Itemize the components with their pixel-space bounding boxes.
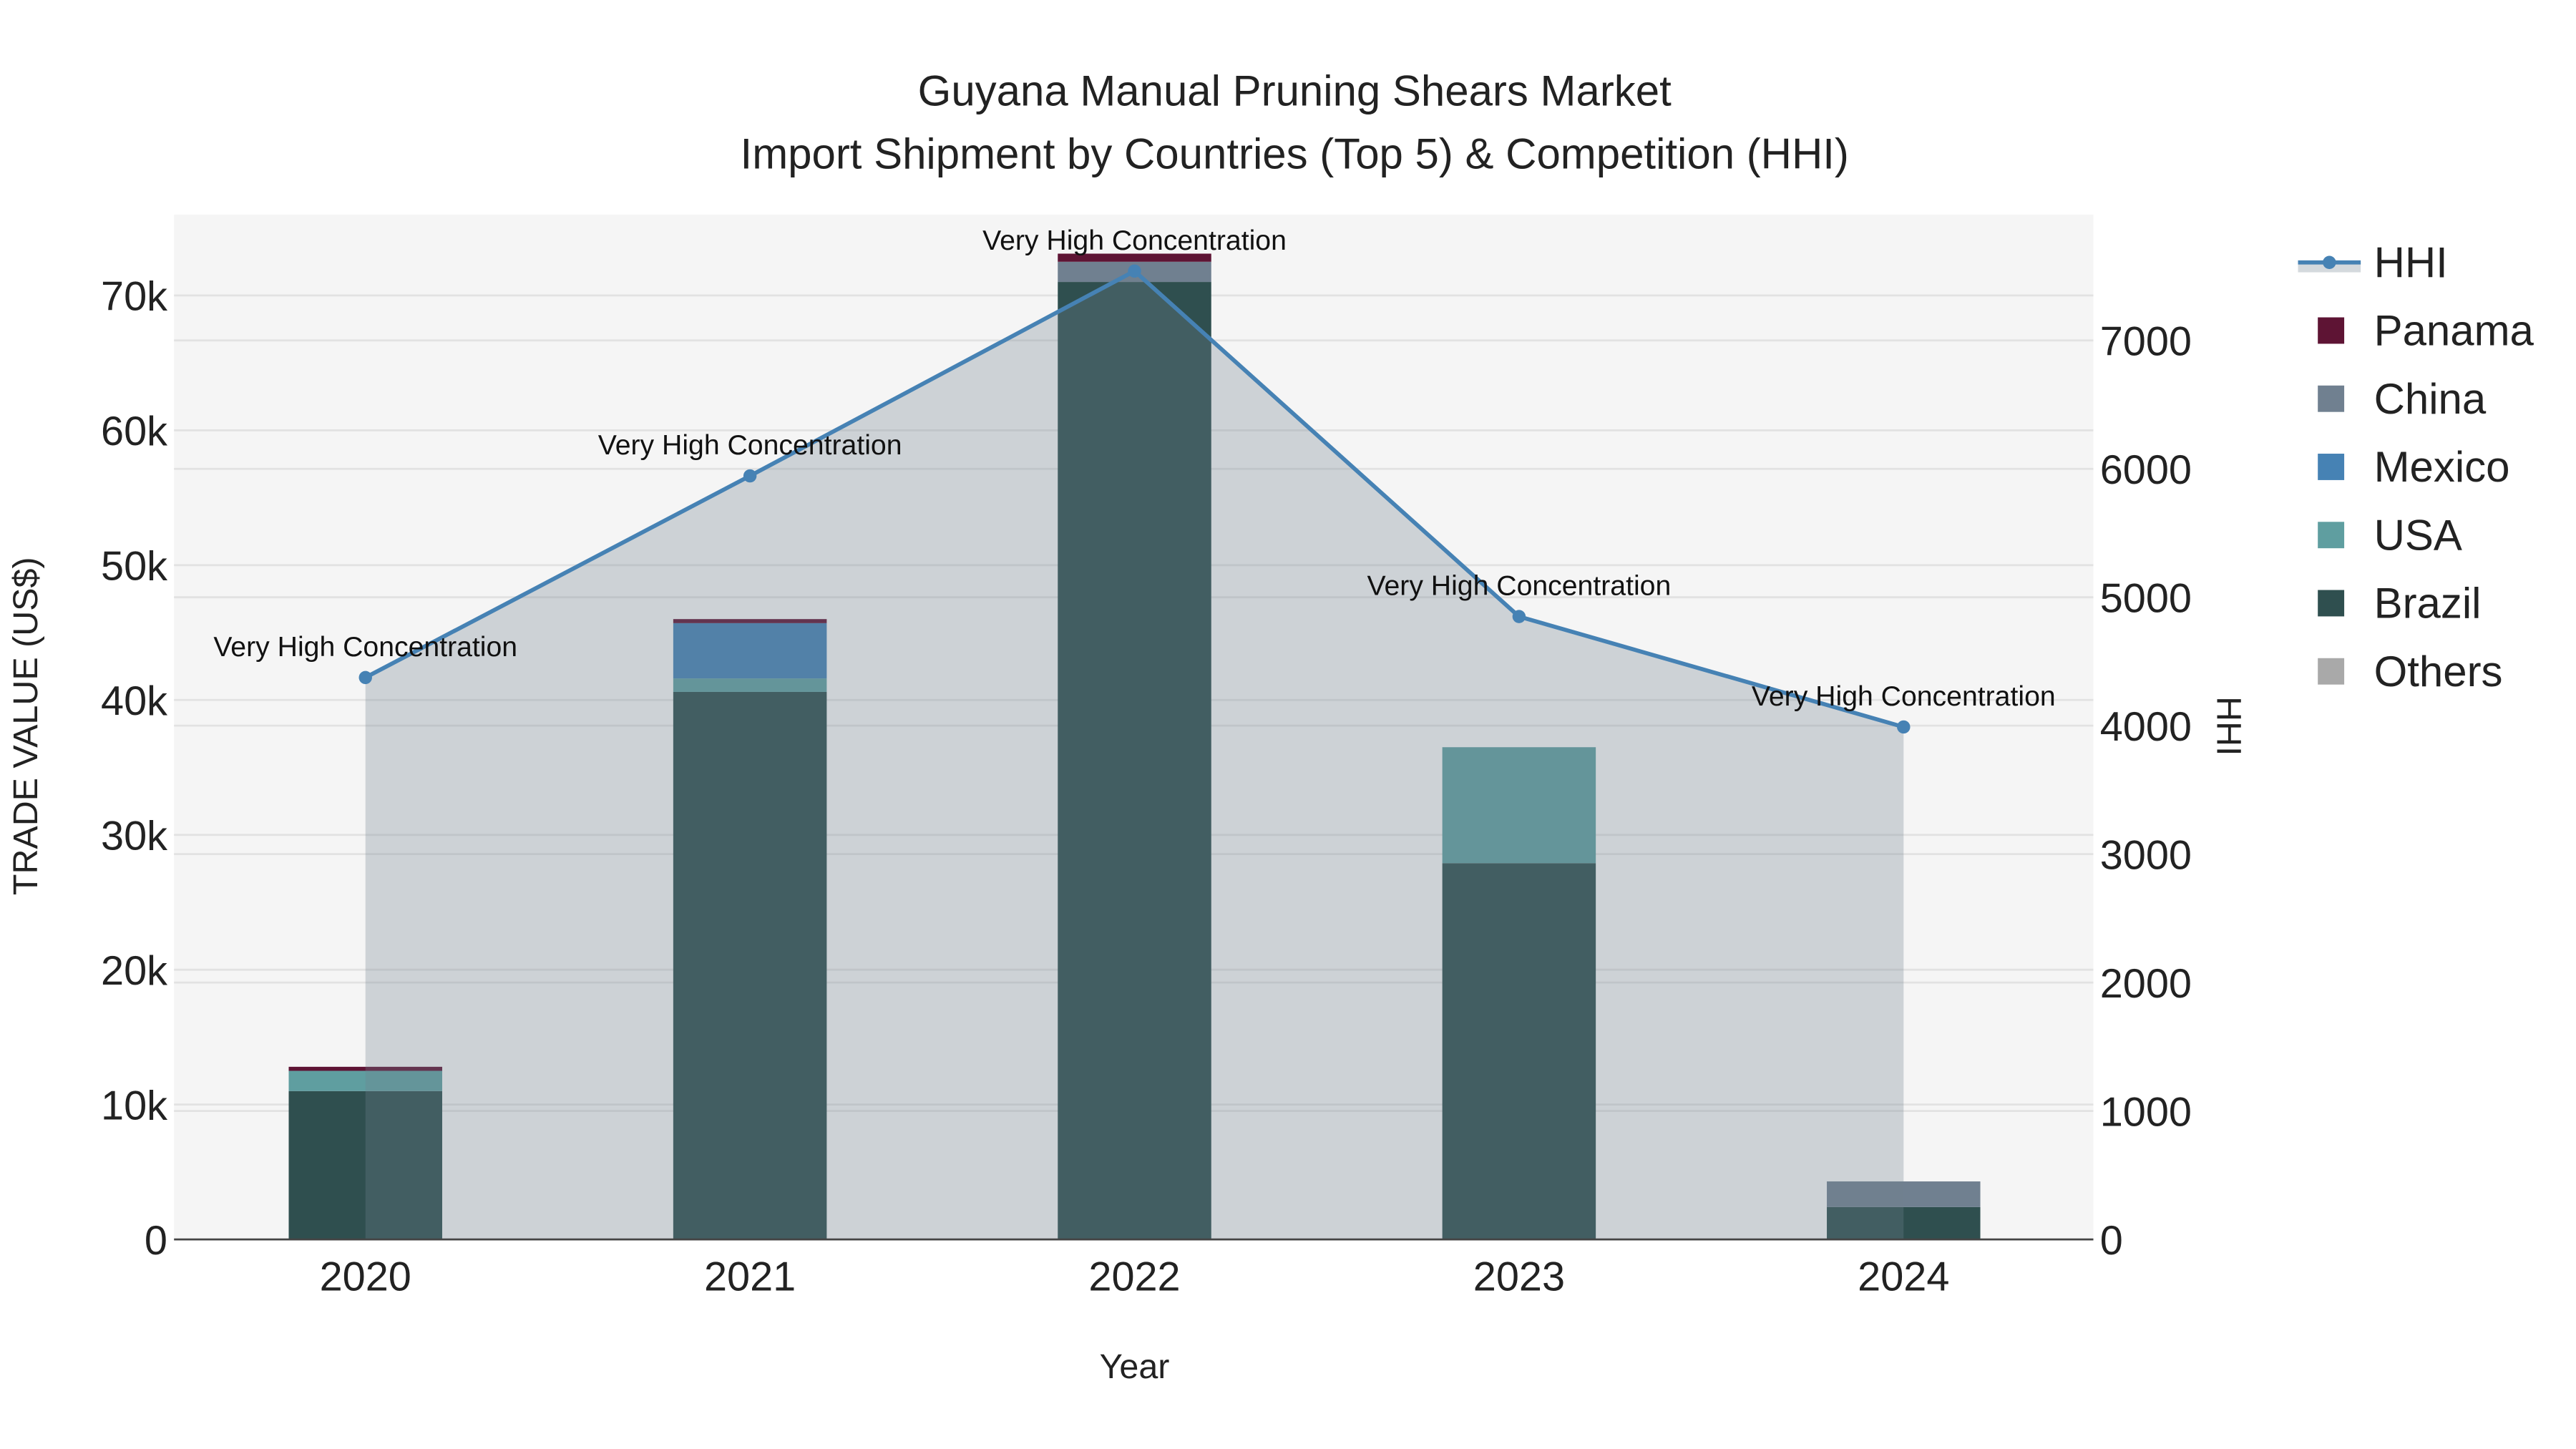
legend-label-others: Others [2374, 648, 2503, 696]
y-axis-title: TRADE VALUE (US$) [6, 557, 45, 895]
hhi-annotation: Very High Concentration [1752, 681, 2056, 712]
legend-label-hhi: HHI [2374, 238, 2448, 286]
x-tick-label: 2020 [320, 1254, 411, 1300]
y-tick-label: 20k [101, 948, 167, 994]
chart-title-line1: Guyana Manual Pruning Shears Market [918, 67, 1672, 115]
y2-tick-label: 3000 [2100, 832, 2192, 878]
x-tick-label: 2023 [1473, 1254, 1565, 1300]
y-tick-label: 60k [101, 409, 167, 454]
y2-tick-label: 7000 [2100, 318, 2192, 364]
y2-tick-label: 4000 [2100, 704, 2192, 750]
legend-label-mexico: Mexico [2374, 443, 2510, 491]
y2-tick-label: 1000 [2100, 1089, 2192, 1135]
y2-tick-label: 5000 [2100, 575, 2192, 621]
legend-swatch-usa [2318, 522, 2345, 549]
y-tick-label: 70k [101, 274, 167, 320]
y2-axis-title: HHI [2209, 696, 2248, 756]
legend-swatch-brazil [2318, 590, 2345, 617]
y2-tick-label: 6000 [2100, 447, 2192, 493]
y-tick-label: 0 [145, 1218, 167, 1264]
hhi-annotation: Very High Concentration [982, 225, 1287, 256]
hhi-point [1512, 610, 1526, 623]
x-tick-label: 2022 [1088, 1254, 1180, 1300]
hhi-point [358, 670, 372, 685]
legend-swatch-others [2318, 658, 2345, 685]
legend-label-china: China [2374, 375, 2487, 423]
legend-swatch-panama [2318, 317, 2345, 344]
legend-hhi-swatch-marker [2323, 255, 2336, 269]
hhi-point [1897, 720, 1911, 734]
legend-label-panama: Panama [2374, 307, 2534, 355]
y-tick-label: 40k [101, 678, 167, 724]
hhi-annotation: Very High Concentration [1367, 571, 1672, 602]
y-tick-label: 50k [101, 544, 167, 590]
legend: HHI Panama China Mexico USA Brazil Others [2298, 238, 2534, 696]
hhi-point [1128, 264, 1141, 278]
x-tick-label: 2021 [704, 1254, 796, 1300]
y2-tick-label: 0 [2100, 1218, 2123, 1264]
legend-label-brazil: Brazil [2374, 580, 2482, 628]
legend-label-usa: USA [2374, 511, 2462, 559]
x-axis-title: Year [1100, 1347, 1170, 1386]
chart-title-line2: Import Shipment by Countries (Top 5) & C… [741, 130, 1849, 177]
hhi-annotation: Very High Concentration [598, 430, 902, 461]
legend-swatch-china [2318, 385, 2345, 412]
chart: Guyana Manual Pruning Shears Market Impo… [6, 67, 2534, 1386]
y2-tick-label: 2000 [2100, 961, 2192, 1007]
x-tick-label: 2024 [1858, 1254, 1949, 1300]
hhi-annotation: Very High Concentration [213, 632, 517, 663]
hhi-point [743, 469, 757, 483]
y-tick-label: 30k [101, 813, 167, 859]
legend-swatch-mexico [2318, 454, 2345, 480]
y-tick-label: 10k [101, 1083, 167, 1128]
